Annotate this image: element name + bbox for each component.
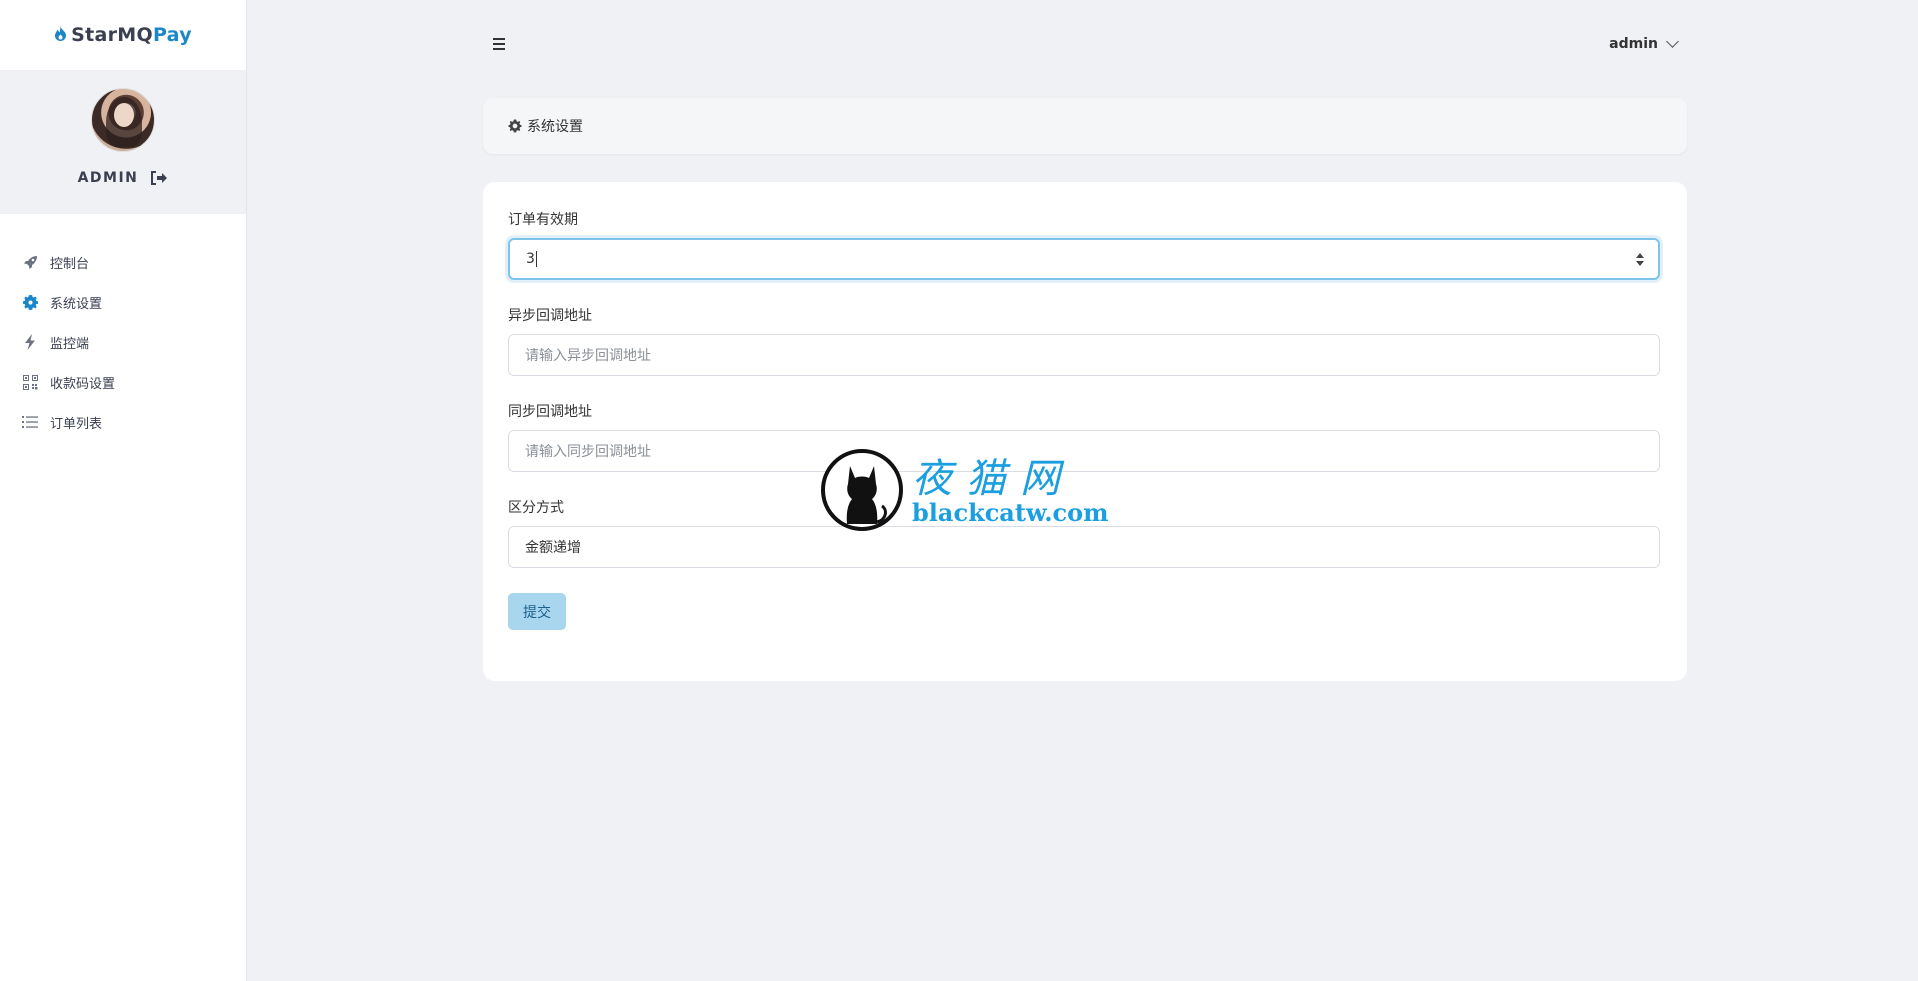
sidebar-item-settings[interactable]: 系统设置 xyxy=(0,282,246,322)
order-expiry-input[interactable]: 3 xyxy=(508,238,1660,280)
chevron-down-icon xyxy=(1666,35,1679,48)
order-expiry-value: 3 xyxy=(526,251,535,267)
brand-name-part2: Pay xyxy=(152,24,192,46)
async-callback-placeholder: 请输入异步回调地址 xyxy=(525,348,651,364)
gear-icon xyxy=(508,119,522,133)
sidebar-item-label: 系统设置 xyxy=(50,296,103,312)
watermark: 夜猫网 blackcatw.com xyxy=(820,446,1109,536)
order-expiry-group: 订单有效期 3 xyxy=(508,209,1660,280)
profile-name: ADMIN xyxy=(77,170,139,186)
sidebar-item-orders[interactable]: 订单列表 xyxy=(0,402,246,442)
order-expiry-label: 订单有效期 xyxy=(508,212,578,228)
sidebar: StarMQ Pay ADMIN 控制台 系统设置 监控端 收款码设置 订单列表 xyxy=(0,0,247,981)
bolt-icon xyxy=(22,334,38,350)
profile-panel: ADMIN xyxy=(0,70,246,214)
menu-toggle-icon[interactable] xyxy=(493,38,505,50)
number-stepper[interactable] xyxy=(1636,252,1644,266)
sidebar-item-label: 控制台 xyxy=(50,256,90,272)
sync-callback-label: 同步回调地址 xyxy=(508,404,592,420)
sync-callback-placeholder: 请输入同步回调地址 xyxy=(525,444,651,460)
async-callback-input[interactable]: 请输入异步回调地址 xyxy=(508,334,1660,376)
avatar[interactable] xyxy=(91,88,155,152)
submit-button[interactable]: 提交 xyxy=(508,593,566,630)
watermark-url: blackcatw.com xyxy=(912,498,1109,527)
async-callback-group: 异步回调地址 请输入异步回调地址 xyxy=(508,305,1660,376)
sidebar-item-label: 监控端 xyxy=(50,336,90,352)
brand-name-part1: StarMQ xyxy=(71,24,153,46)
watermark-title: 夜猫网 xyxy=(912,456,1074,502)
settings-form: 订单有效期 3 异步回调地址 请输入异步回调地址 同步回调地址 请输入同步回调地… xyxy=(483,182,1687,681)
profile-row: ADMIN xyxy=(78,170,169,186)
black-cat-logo xyxy=(821,449,903,531)
sidebar-item-label: 收款码设置 xyxy=(50,376,116,392)
page-title-bar: 系统设置 xyxy=(483,98,1687,154)
list-icon xyxy=(22,414,38,430)
sidebar-item-qrcode[interactable]: 收款码设置 xyxy=(0,362,246,402)
logout-icon[interactable] xyxy=(150,171,168,185)
distinguish-value: 金额递增 xyxy=(525,540,581,556)
gear-icon xyxy=(22,294,38,310)
async-callback-label: 异步回调地址 xyxy=(508,308,592,324)
rocket-icon xyxy=(22,254,38,270)
sidebar-item-monitor[interactable]: 监控端 xyxy=(0,322,246,362)
brand-logo[interactable]: StarMQ Pay xyxy=(0,0,246,70)
user-name: admin xyxy=(1609,36,1658,52)
page-title: 系统设置 xyxy=(527,119,583,135)
qrcode-icon xyxy=(22,374,38,390)
top-bar: admin xyxy=(483,0,1687,90)
sidebar-item-label: 订单列表 xyxy=(50,416,103,432)
user-menu[interactable]: admin xyxy=(1609,35,1679,52)
sidebar-item-dashboard[interactable]: 控制台 xyxy=(0,242,246,282)
flame-icon xyxy=(54,25,67,45)
sidebar-nav: 控制台 系统设置 监控端 收款码设置 订单列表 xyxy=(0,242,246,442)
